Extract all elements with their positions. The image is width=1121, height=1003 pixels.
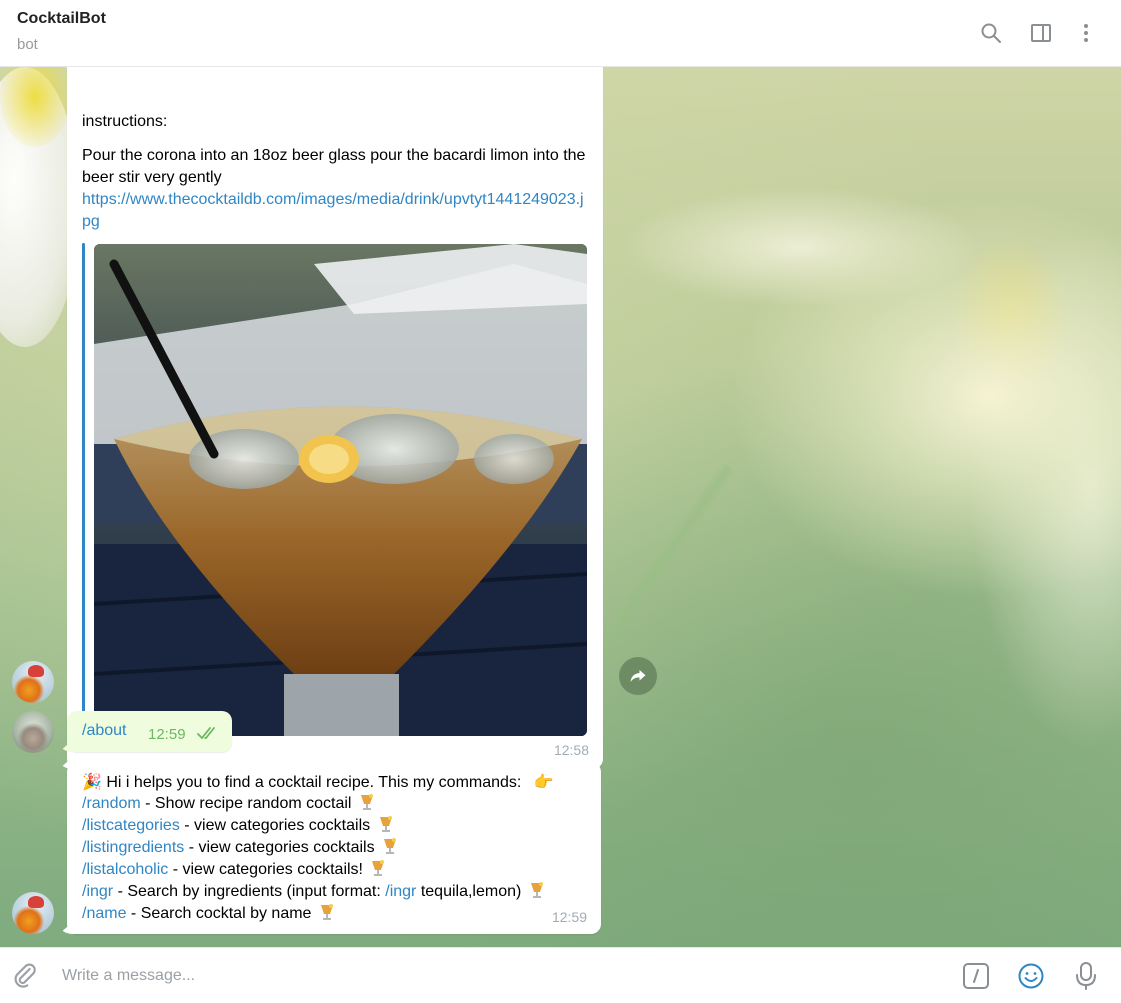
double-check-icon (197, 725, 219, 747)
message-time: 12:59 (148, 726, 186, 743)
message-time: 12:59 (551, 909, 587, 925)
party-popper-icon: 🎉 (82, 772, 102, 791)
command-desc: - Search cocktal by name (126, 905, 312, 922)
command-random[interactable]: /random (82, 795, 141, 812)
command-name[interactable]: /name (82, 905, 126, 922)
command-ingr-example[interactable]: /ingr (385, 883, 416, 900)
command-row: /listingredients - view categories cockt… (82, 837, 592, 859)
message-help[interactable]: 🎉 Hi i helps you to find a cocktail reci… (67, 762, 601, 934)
help-intro-row: 🎉 Hi i helps you to find a cocktail reci… (82, 771, 592, 793)
message-input[interactable] (62, 964, 922, 988)
pointing-hand-icon: 👉 (533, 772, 554, 791)
cocktail-glass-icon (360, 794, 373, 810)
chat-header: CocktailBot bot (0, 0, 1121, 67)
user-avatar[interactable] (12, 711, 54, 753)
command-desc: - view categories cocktails (179, 817, 371, 834)
command-row: /random - Show recipe random coctail (82, 793, 592, 815)
help-intro: Hi i helps you to find a cocktail recipe… (106, 774, 522, 791)
side-panel-icon[interactable] (1028, 20, 1054, 46)
command-row: /listcategories - view categories cockta… (82, 815, 592, 837)
chat-area[interactable]: instructions: Pour the corona into an 18… (0, 67, 1121, 947)
message-about[interactable]: /about 12:59 (67, 711, 232, 752)
chat-subtitle: bot (17, 36, 38, 53)
command-ingr[interactable]: /ingr (82, 883, 113, 900)
image-link[interactable]: https://www.thecocktaildb.com/images/med… (82, 189, 592, 233)
command-desc: - Search by ingredients (input format: (113, 883, 386, 900)
search-icon[interactable] (978, 20, 1004, 46)
bot-avatar[interactable] (12, 892, 54, 934)
cocktail-glass-icon (530, 882, 543, 898)
cocktail-glass-icon (379, 816, 392, 832)
share-icon[interactable] (619, 657, 657, 695)
message-time: 12:58 (553, 742, 589, 758)
chat-title[interactable]: CocktailBot (17, 10, 106, 28)
command-desc: - Show recipe random coctail (140, 795, 352, 812)
command-row: /name - Search cocktal by name (82, 903, 592, 925)
paperclip-icon[interactable] (11, 962, 39, 990)
command-listingredients[interactable]: /listingredients (82, 839, 184, 856)
cocktail-glass-icon (384, 838, 397, 854)
command-listcategories[interactable]: /listcategories (82, 817, 180, 834)
command-row: /ingr - Search by ingredients (input for… (82, 881, 592, 903)
emoji-icon[interactable] (1017, 962, 1045, 990)
message-recipe[interactable]: instructions: Pour the corona into an 18… (67, 67, 603, 769)
command-desc: tequila,lemon) (416, 883, 522, 900)
command-desc: - view categories cocktails! (168, 861, 363, 878)
cocktail-glass-icon (372, 860, 385, 876)
about-command[interactable]: /about (82, 720, 126, 742)
command-desc: - view categories cocktails (184, 839, 375, 856)
bot-avatar[interactable] (12, 661, 54, 703)
cocktail-glass-icon (320, 904, 333, 920)
bot-commands-icon[interactable] (962, 962, 990, 990)
instructions-label: instructions: (82, 113, 168, 130)
instructions-text: Pour the corona into an 18oz beer glass … (82, 147, 586, 186)
microphone-icon[interactable] (1072, 961, 1100, 991)
more-vertical-icon[interactable] (1073, 20, 1099, 46)
link-preview-bar (82, 243, 85, 737)
cocktail-photo[interactable] (94, 244, 587, 736)
message-composer (0, 947, 1121, 1003)
command-row: /listalcoholic - view categories cocktai… (82, 859, 592, 881)
command-listalcoholic[interactable]: /listalcoholic (82, 861, 168, 878)
